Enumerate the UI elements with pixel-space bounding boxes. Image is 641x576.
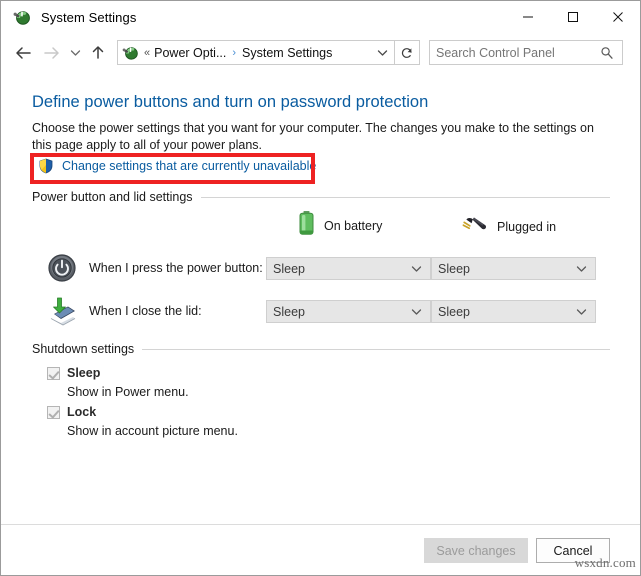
section-divider (200, 196, 610, 198)
close-icon[interactable] (595, 1, 640, 33)
column-header-plugged-in: Plugged in (462, 214, 556, 239)
search-box[interactable] (429, 40, 623, 65)
address-overflow-chevron[interactable]: « (144, 47, 150, 59)
chevron-down-icon (411, 265, 422, 273)
breadcrumb-system-settings[interactable]: System Settings (242, 46, 332, 60)
dropdown-close-lid-on-battery[interactable]: Sleep (266, 300, 431, 323)
change-settings-link[interactable]: Change settings that are currently unava… (62, 159, 316, 173)
power-button-icon (47, 253, 77, 283)
breadcrumb-separator: › (232, 46, 237, 59)
dropdown-value: Sleep (273, 304, 305, 319)
uac-shield-icon (38, 158, 54, 174)
checkbox-row-sleep[interactable]: Sleep (47, 366, 100, 380)
minimize-icon[interactable] (505, 1, 550, 33)
dropdown-value: Sleep (438, 304, 470, 319)
page-description: Choose the power settings that you want … (32, 121, 594, 152)
window-controls (505, 1, 640, 33)
battery-icon (298, 210, 315, 241)
search-icon[interactable] (596, 46, 618, 60)
chevron-down-icon (576, 265, 587, 273)
checkbox-sleep[interactable] (47, 366, 60, 380)
chevron-down-icon (411, 308, 422, 316)
recent-locations-chevron-icon[interactable] (65, 38, 85, 68)
watermark: wsxdn.com (574, 555, 636, 570)
dropdown-value: Sleep (273, 261, 305, 276)
setting-label-close-lid: When I close the lid: (89, 304, 202, 318)
power-options-icon (122, 44, 139, 61)
checkbox-label-lock: Lock (67, 405, 97, 419)
power-options-icon (13, 8, 31, 26)
checkbox-label-sleep: Sleep (67, 366, 101, 380)
chevron-down-icon (576, 308, 587, 316)
column-header-on-battery: On battery (298, 210, 382, 241)
window-title: System Settings (41, 9, 137, 25)
setting-label-power-button: When I press the power button: (89, 261, 263, 275)
dropdown-close-lid-plugged-in[interactable]: Sleep (431, 300, 596, 323)
checkbox-description-lock: Show in account picture menu. (67, 424, 238, 438)
change-settings-link-row[interactable]: Change settings that are currently unava… (38, 158, 316, 174)
setting-row-power-button: When I press the power button: (47, 251, 263, 285)
shutdown-section-heading: Shutdown settings (32, 342, 610, 356)
maximize-icon[interactable] (550, 1, 595, 33)
checkbox-lock[interactable] (47, 405, 60, 419)
page-title: Define power buttons and turn on passwor… (32, 93, 429, 111)
shutdown-section-heading-label: Shutdown settings (32, 342, 135, 356)
address-bar[interactable]: « Power Opti... › System Settings (117, 40, 395, 65)
system-settings-window: System Settings « Power Opti... › System… (0, 0, 641, 576)
checkbox-row-lock[interactable]: Lock (47, 405, 96, 419)
up-arrow-icon[interactable] (85, 38, 111, 68)
power-section-heading: Power button and lid settings (32, 190, 610, 204)
forward-arrow-icon (37, 38, 65, 68)
column-label-plugged-in: Plugged in (497, 219, 557, 234)
refresh-icon[interactable] (395, 40, 420, 65)
laptop-lid-icon (47, 296, 77, 326)
content-pane: Define power buttons and turn on passwor… (1, 72, 640, 524)
title-bar: System Settings (1, 1, 640, 33)
setting-row-close-lid: When I close the lid: (47, 294, 202, 328)
search-input[interactable] (430, 41, 596, 64)
chevron-down-icon[interactable] (370, 41, 394, 64)
section-divider (142, 348, 610, 350)
dropdown-value: Sleep (438, 261, 470, 276)
footer-bar: Save changes Cancel wsxdn.com (1, 524, 640, 575)
dropdown-power-button-on-battery[interactable]: Sleep (266, 257, 431, 280)
checkbox-description-sleep: Show in Power menu. (67, 385, 189, 399)
breadcrumb-power-options[interactable]: Power Opti... (154, 46, 226, 60)
navigation-bar: « Power Opti... › System Settings (1, 33, 640, 72)
column-label-on-battery: On battery (324, 218, 383, 233)
dropdown-power-button-plugged-in[interactable]: Sleep (431, 257, 596, 280)
save-changes-button[interactable]: Save changes (424, 538, 528, 563)
back-arrow-icon[interactable] (9, 38, 37, 68)
power-section-heading-label: Power button and lid settings (32, 190, 193, 204)
power-plug-icon (462, 214, 488, 239)
